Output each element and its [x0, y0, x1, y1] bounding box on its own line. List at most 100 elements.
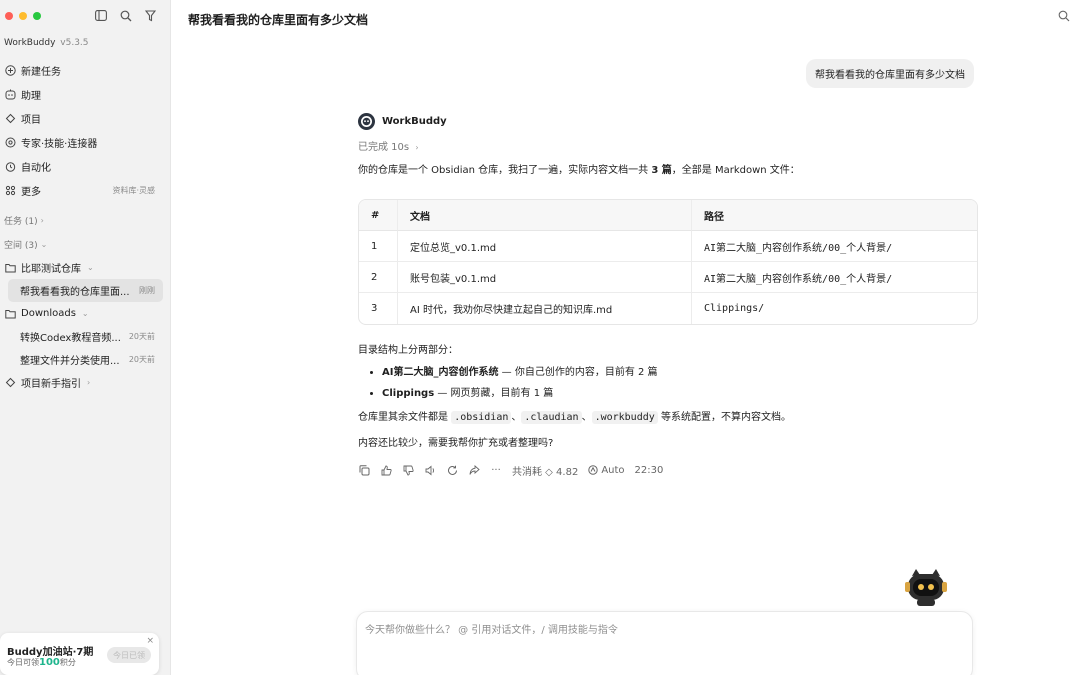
promo-claim-button[interactable]: 今日已领: [107, 647, 151, 663]
nav-automation[interactable]: 自动化: [0, 154, 171, 178]
table-cell-doc: 定位总览_v0.1.md: [397, 231, 691, 262]
promo-prefix: 今日可领: [7, 658, 39, 667]
grid-icon: [4, 184, 16, 196]
intro-paragraph: 你的仓库是一个 Obsidian 仓库，我扫了一遍，实际内容文档一共 3 篇，全…: [358, 163, 978, 179]
status-toggle[interactable]: 已完成 10s ›: [358, 138, 978, 153]
inline-code: .obsidian: [451, 411, 512, 424]
more-icon[interactable]: ···: [490, 464, 502, 476]
model-name: Auto: [601, 464, 625, 476]
maximize-window-button[interactable]: [33, 12, 41, 20]
filter-icon[interactable]: [144, 9, 157, 22]
conversation-time: 20天前: [128, 355, 155, 364]
nav-label: 新建任务: [21, 66, 61, 78]
nav-hint: 资料库·灵感: [112, 185, 155, 195]
conversation-item[interactable]: 整理文件并分类使用... 20天前: [0, 348, 171, 371]
spaces-section[interactable]: 空间 (3) ⌄: [4, 238, 47, 251]
table-cell-index: 2: [359, 262, 397, 293]
nav-project[interactable]: 项目: [0, 106, 171, 130]
table-cell-path: AI第二大脑_内容创作系统/00_个人背景/: [691, 231, 977, 262]
nav-new-task[interactable]: 新建任务: [0, 58, 171, 82]
table-cell-index: 1: [359, 231, 397, 262]
clock-icon: [4, 160, 16, 172]
inline-code: .workbuddy: [591, 411, 658, 424]
spaces-tree: 比耶测试仓库 ⌄ 帮我看看我的仓库里面... 刚刚 Downloads ⌄ 转换…: [0, 256, 171, 394]
table-cell-path: AI第二大脑_内容创作系统/00_个人背景/: [691, 262, 977, 293]
window-controls: [5, 12, 41, 20]
nav-assistant[interactable]: 助理: [0, 82, 171, 106]
model-indicator[interactable]: Auto: [588, 464, 625, 476]
message-actions: ··· 共消耗 ◇ 4.82 Auto 22:30: [358, 462, 978, 478]
mascot-image[interactable]: [902, 566, 950, 608]
sidebar: WorkBuddy v5.3.5 新建任务 助理 项目 专家·技能·连接器 自动…: [0, 0, 171, 675]
chevron-right-icon: ›: [40, 216, 44, 225]
brand-name: WorkBuddy: [4, 38, 56, 48]
config-text-end: 等系统配置，不算内容文档。: [657, 412, 791, 423]
nav-experts[interactable]: 专家·技能·连接器: [0, 130, 171, 154]
closing-paragraph: 内容还比较少，需要我帮你扩充或者整理吗?: [358, 438, 554, 449]
chevron-down-icon: ⌄: [40, 240, 48, 249]
table-cell-doc: 账号包装_v0.1.md: [397, 262, 691, 293]
tasks-section[interactable]: 任务 (1) ›: [4, 214, 44, 227]
separator: 、: [581, 412, 592, 423]
space-onboarding[interactable]: 项目新手指引 ›: [0, 371, 171, 394]
list-item: AI第二大脑_内容创作系统 — 你自己创作的内容，目前有 2 篇: [382, 362, 978, 383]
folder-icon: [4, 262, 16, 274]
sidebar-nav: 新建任务 助理 项目 专家·技能·连接器 自动化 更多 资料库·灵感: [0, 58, 171, 202]
promo-card[interactable]: Buddy加油站·7期 今日可领100积分 今日已领 ×: [0, 633, 159, 675]
bot-avatar: [358, 112, 375, 130]
project-icon: [4, 112, 16, 124]
promo-subtitle: 今日可领100积分: [7, 657, 76, 668]
user-message: 帮我看看我的仓库里面有多少文档: [806, 59, 974, 88]
regenerate-icon[interactable]: [446, 464, 458, 476]
conversation-item[interactable]: 转换Codex教程音频... 20天前: [0, 325, 171, 348]
thumbs-up-icon[interactable]: [380, 464, 392, 476]
speaker-icon[interactable]: [424, 464, 436, 476]
close-window-button[interactable]: [5, 12, 13, 20]
space-test-repo[interactable]: 比耶测试仓库 ⌄: [0, 256, 171, 279]
conversation-label: 整理文件并分类使用...: [20, 356, 120, 367]
folder-icon: [4, 308, 16, 320]
main-area: 帮我看看我的仓库里面有多少文档 帮我看看我的仓库里面有多少文档 WorkBudd…: [172, 0, 1080, 675]
table-header: #: [359, 200, 397, 231]
table-cell-doc: AI 时代，我劝你尽快建立起自己的知识库.md: [397, 293, 691, 324]
intro-text-end: ，全部是 Markdown 文件：: [671, 165, 800, 176]
nav-label: 项目: [21, 114, 41, 126]
bot-header: WorkBuddy: [358, 110, 978, 132]
message-composer[interactable]: 今天帮你做些什么？ @ 引用对话文件，/ 调用技能与指令: [356, 611, 973, 675]
nav-more[interactable]: 更多 资料库·灵感: [0, 178, 171, 202]
share-icon[interactable]: [468, 464, 480, 476]
chevron-right-icon: ›: [87, 378, 91, 387]
conversation-label: 转换Codex教程音频...: [20, 333, 121, 344]
space-label: 比耶测试仓库: [21, 264, 81, 275]
nav-label: 专家·技能·连接器: [21, 138, 98, 150]
page-title: 帮我看看我的仓库里面有多少文档: [188, 13, 369, 27]
thumbs-down-icon[interactable]: [402, 464, 414, 476]
table-row: 1 定位总览_v0.1.md AI第二大脑_内容创作系统/00_个人背景/: [359, 231, 977, 262]
search-icon[interactable]: [119, 9, 132, 22]
expert-icon: [4, 136, 16, 148]
composer-placeholder: 今天帮你做些什么？ @ 引用对话文件，/ 调用技能与指令: [365, 625, 618, 636]
status-text: 已完成 10s: [358, 142, 410, 153]
space-downloads[interactable]: Downloads ⌄: [0, 302, 171, 325]
nav-label: 助理: [21, 90, 41, 102]
bot-name: WorkBuddy: [382, 115, 447, 127]
conversation-time: 20天前: [128, 332, 155, 341]
app-brand: WorkBuddy v5.3.5: [4, 38, 89, 48]
nav-label: 自动化: [21, 162, 51, 174]
chevron-down-icon: ⌄: [81, 309, 89, 318]
structure-list: AI第二大脑_内容创作系统 — 你自己创作的内容，目前有 2 篇 Clippin…: [382, 362, 978, 404]
structure-intro: 目录结构上分两部分：: [358, 345, 458, 356]
copy-icon[interactable]: [358, 464, 370, 476]
minimize-window-button[interactable]: [19, 12, 27, 20]
table-header: 路径: [691, 200, 977, 231]
model-icon: [588, 465, 599, 475]
search-icon[interactable]: [1058, 10, 1070, 25]
sidebar-toggle-icon[interactable]: [94, 9, 107, 22]
intro-text: 你的仓库是一个 Obsidian 仓库，我扫了一遍，实际内容文档一共: [358, 165, 652, 176]
conversation-item[interactable]: 帮我看看我的仓库里面... 刚刚: [8, 279, 163, 302]
config-text: 仓库里其余文件都是: [358, 412, 452, 423]
list-item-title: AI第二大脑_内容创作系统: [382, 367, 499, 378]
close-icon[interactable]: ×: [146, 636, 154, 646]
token-cost: 共消耗 ◇ 4.82: [512, 466, 579, 478]
separator: 、: [511, 412, 522, 423]
